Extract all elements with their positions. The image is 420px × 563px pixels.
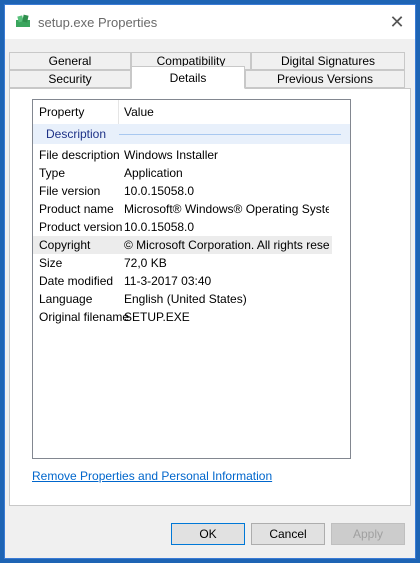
tab-strip: General Compatibility Digital Signatures… [5,39,415,89]
list-item[interactable]: Date modified 11-3-2017 03:40 [33,272,350,290]
property-value: 10.0.15058.0 [124,184,195,198]
column-header-value[interactable]: Value [118,100,338,124]
list-item[interactable]: Original filename SETUP.EXE [33,308,350,326]
property-name: File version [39,184,101,198]
property-name: Size [39,256,63,270]
ok-button[interactable]: OK [171,523,245,545]
property-name: Original filename [39,310,130,324]
remove-properties-link[interactable]: Remove Properties and Personal Informati… [32,469,272,483]
tab-general[interactable]: General [9,52,131,70]
property-value: Application [124,166,183,180]
tab-previous-versions[interactable]: Previous Versions [245,70,405,88]
list-item[interactable]: Product version 10.0.15058.0 [33,218,350,236]
column-header-property[interactable]: Property [33,100,118,124]
property-value: SETUP.EXE [124,310,190,324]
group-label: Description [46,127,107,141]
list-item[interactable]: File description Windows Installer [33,146,350,164]
window-title: setup.exe Properties [38,15,158,30]
details-panel: Property Value Description File descript… [9,88,411,506]
list-item-highlighted[interactable]: Copyright © Microsoft Corporation. All r… [33,236,332,254]
property-name: Date modified [39,274,114,288]
close-icon: ✕ [389,12,405,32]
list-item[interactable]: Language English (United States) [33,290,350,308]
list-item[interactable]: Type Application [33,164,350,182]
cancel-button[interactable]: Cancel [251,523,325,545]
tab-details[interactable]: Details [131,66,245,89]
property-value: 10.0.15058.0 [124,220,195,234]
property-name: Type [39,166,66,180]
list-item[interactable]: Size 72,0 KB [33,254,350,272]
group-header-description[interactable]: Description [33,124,350,144]
list-item[interactable]: File version 10.0.15058.0 [33,182,350,200]
property-value: © Microsoft Corporation. All rights rese… [124,238,329,252]
list-item[interactable]: Product name Microsoft® Windows® Operati… [33,200,350,218]
property-name: Product name [39,202,114,216]
close-button[interactable]: ✕ [379,5,415,39]
apply-button[interactable]: Apply [331,523,405,545]
property-value: 11-3-2017 03:40 [124,274,212,288]
property-name: Language [39,292,93,306]
tab-security[interactable]: Security [9,70,131,88]
tab-digital-signatures[interactable]: Digital Signatures [251,52,405,70]
list-header: Property Value [33,100,350,124]
property-name: Copyright [39,238,91,252]
properties-dialog: setup.exe Properties ✕ General Compatibi… [4,4,416,559]
installer-icon [16,14,30,27]
property-value: 72,0 KB [124,256,167,270]
title-bar[interactable]: setup.exe Properties ✕ [5,5,415,39]
property-name: Product version [39,220,123,234]
group-divider [119,134,341,135]
property-value: Microsoft® Windows® Operating System [124,202,329,216]
property-value: English (United States) [124,292,247,306]
details-list[interactable]: Property Value Description File descript… [32,99,351,459]
property-name: File description [39,148,120,162]
property-value: Windows Installer [124,148,219,162]
